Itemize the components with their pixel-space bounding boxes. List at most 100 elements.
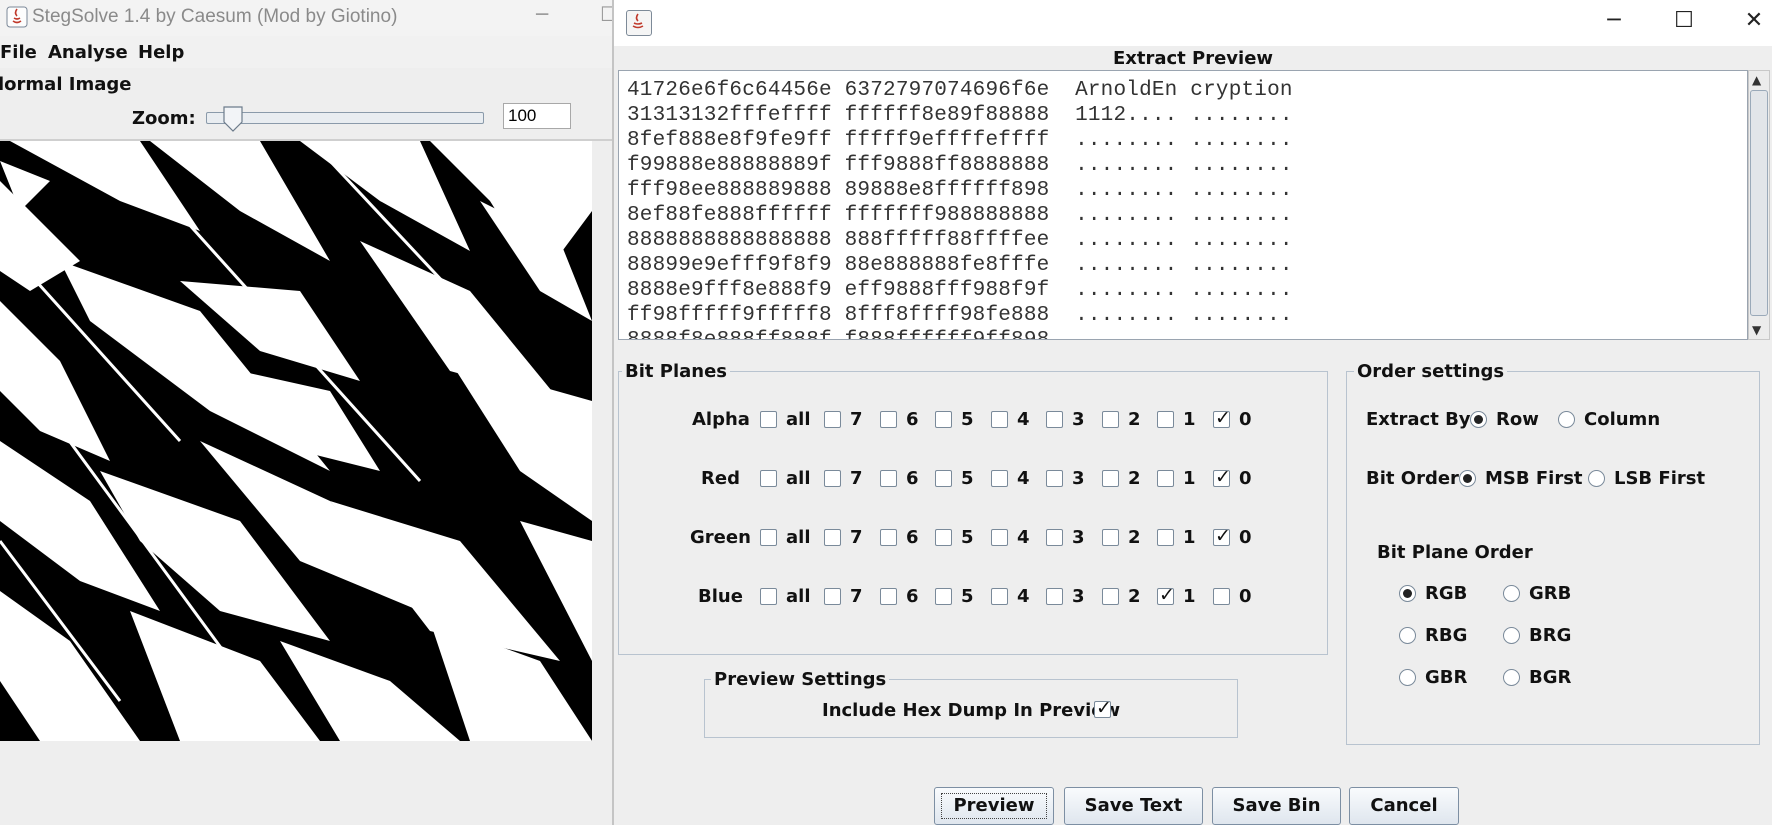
hex-dump-label: Include Hex Dump In Preview [822, 700, 1121, 721]
bit-planes-title: Bit Planes [622, 361, 731, 382]
preview-text-area[interactable]: 41726e6f6c64456e 6372797074696f6e Arnold… [618, 70, 1748, 340]
radio-selected-icon [1403, 589, 1412, 598]
blue-bit-3-checkbox[interactable] [1046, 588, 1063, 605]
blue-bit-1-checkbox[interactable]: ✓ [1157, 584, 1175, 606]
red-bit-5-checkbox[interactable] [935, 470, 952, 487]
menu-file[interactable]: File [0, 42, 37, 63]
bit-order-msb-label: MSB First [1485, 468, 1583, 489]
red-bit-4-checkbox[interactable] [991, 470, 1008, 487]
bit-label: 4 [1017, 586, 1030, 607]
red-bit-7-checkbox[interactable] [824, 470, 841, 487]
extract-by-column-radio[interactable] [1558, 411, 1575, 428]
plane-order-bgr-radio[interactable] [1503, 669, 1520, 686]
preview-scroll-thumb[interactable] [1750, 90, 1768, 316]
bit-label: 0 [1239, 409, 1252, 430]
plane-order-bgr-label: BGR [1529, 667, 1572, 688]
order-settings-title: Order settings [1354, 361, 1508, 382]
bit-order-msb-radio[interactable] [1459, 470, 1476, 487]
alpha-bit-3-checkbox[interactable] [1046, 411, 1063, 428]
bit-order-lsb-radio[interactable] [1588, 470, 1605, 487]
cancel-button-label: Cancel [1370, 795, 1438, 816]
alpha-bit-5-checkbox[interactable] [935, 411, 952, 428]
plane-order-rgb-label: RGB [1425, 583, 1468, 604]
alpha-bit-2-checkbox[interactable] [1102, 411, 1119, 428]
red-bit-3-checkbox[interactable] [1046, 470, 1063, 487]
bit-label: 0 [1239, 468, 1252, 489]
blue-bit-2-checkbox[interactable] [1102, 588, 1119, 605]
bit-label: 7 [850, 586, 863, 607]
bit-label: 5 [961, 586, 974, 607]
green-bit-7-checkbox[interactable] [824, 529, 841, 546]
plane-order-brg-radio[interactable] [1503, 627, 1520, 644]
blue-all-checkbox[interactable] [760, 588, 777, 605]
plane-order-rgb-radio[interactable] [1399, 585, 1416, 602]
plane-order-gbr-radio[interactable] [1399, 669, 1416, 686]
focus-ring [941, 793, 1047, 819]
image-canvas [0, 141, 592, 741]
bit-label: 2 [1128, 527, 1141, 548]
cancel-button[interactable]: Cancel [1349, 787, 1459, 825]
preview-row: 41726e6f6c64456e 6372797074696f6e Arnold… [627, 79, 1293, 102]
bit-label: 6 [906, 409, 919, 430]
plane-order-rbg-radio[interactable] [1399, 627, 1416, 644]
green-bit-4-checkbox[interactable] [991, 529, 1008, 546]
bit-label: all [786, 527, 811, 548]
channel-label-alpha: Alpha [692, 409, 750, 430]
green-bit-2-checkbox[interactable] [1102, 529, 1119, 546]
bit-label: 6 [906, 527, 919, 548]
radio-selected-icon [1474, 415, 1483, 424]
scroll-up-icon[interactable]: ▲ [1752, 73, 1761, 87]
menu-help[interactable]: Help [138, 42, 184, 63]
green-bit-6-checkbox[interactable] [880, 529, 897, 546]
extract-by-row-radio[interactable] [1470, 411, 1487, 428]
bit-label: 7 [850, 468, 863, 489]
bit-order-label: Bit Order [1366, 468, 1459, 489]
save-bin-button-label: Save Bin [1232, 795, 1321, 816]
red-bit-2-checkbox[interactable] [1102, 470, 1119, 487]
bit-label: 5 [961, 468, 974, 489]
bit-label: 4 [1017, 409, 1030, 430]
scroll-down-icon[interactable]: ▼ [1752, 323, 1761, 337]
green-bit-1-checkbox[interactable] [1157, 529, 1174, 546]
zoom-value-field[interactable] [503, 103, 571, 129]
green-all-checkbox[interactable] [760, 529, 777, 546]
zoom-slider-track[interactable] [206, 112, 484, 124]
zoom-slider-thumb[interactable] [222, 106, 244, 132]
plane-order-brg-label: BRG [1529, 625, 1572, 646]
preview-button[interactable]: Preview [934, 787, 1054, 825]
minimize-icon[interactable]: ─ [536, 2, 548, 26]
green-bit-3-checkbox[interactable] [1046, 529, 1063, 546]
maximize-icon[interactable]: ☐ [1669, 8, 1699, 33]
alpha-bit-1-checkbox[interactable] [1157, 411, 1174, 428]
scrambled-image [0, 141, 592, 741]
close-icon[interactable]: ✕ [1739, 8, 1769, 33]
extract-dialog: ─ ☐ ✕ Extract Preview 41726e6f6c64456e 6… [612, 0, 1772, 825]
red-bit-1-checkbox[interactable] [1157, 470, 1174, 487]
alpha-bit-6-checkbox[interactable] [880, 411, 897, 428]
blue-bit-0-checkbox[interactable] [1213, 588, 1230, 605]
plane-order-grb-label: GRB [1529, 583, 1572, 604]
minimize-icon[interactable]: ─ [1599, 8, 1629, 33]
hex-dump-checkbox[interactable]: ✓ [1094, 697, 1112, 719]
main-title-bar: StegSolve 1.4 by Caesum (Mod by Giotino)… [0, 0, 618, 36]
menu-analyse[interactable]: Analyse [48, 42, 128, 63]
save-bin-button[interactable]: Save Bin [1212, 787, 1341, 825]
blue-bit-7-checkbox[interactable] [824, 588, 841, 605]
dialog-title-bar: ─ ☐ ✕ [614, 0, 1772, 46]
blue-bit-6-checkbox[interactable] [880, 588, 897, 605]
alpha-all-checkbox[interactable] [760, 411, 777, 428]
alpha-bit-4-checkbox[interactable] [991, 411, 1008, 428]
blue-bit-4-checkbox[interactable] [991, 588, 1008, 605]
preview-row: 88899e9efff9f8f9 88e888888fe8fffe ......… [627, 254, 1293, 277]
alpha-bit-7-checkbox[interactable] [824, 411, 841, 428]
red-all-checkbox[interactable] [760, 470, 777, 487]
preview-row: fff98ee888889888 89888e8ffffff898 ......… [627, 179, 1293, 202]
save-text-button[interactable]: Save Text [1064, 787, 1203, 825]
red-bit-6-checkbox[interactable] [880, 470, 897, 487]
green-bit-5-checkbox[interactable] [935, 529, 952, 546]
green-bit-0-checkbox[interactable]: ✓ [1213, 525, 1231, 547]
red-bit-0-checkbox[interactable]: ✓ [1213, 466, 1231, 488]
alpha-bit-0-checkbox[interactable]: ✓ [1213, 407, 1231, 429]
blue-bit-5-checkbox[interactable] [935, 588, 952, 605]
plane-order-grb-radio[interactable] [1503, 585, 1520, 602]
